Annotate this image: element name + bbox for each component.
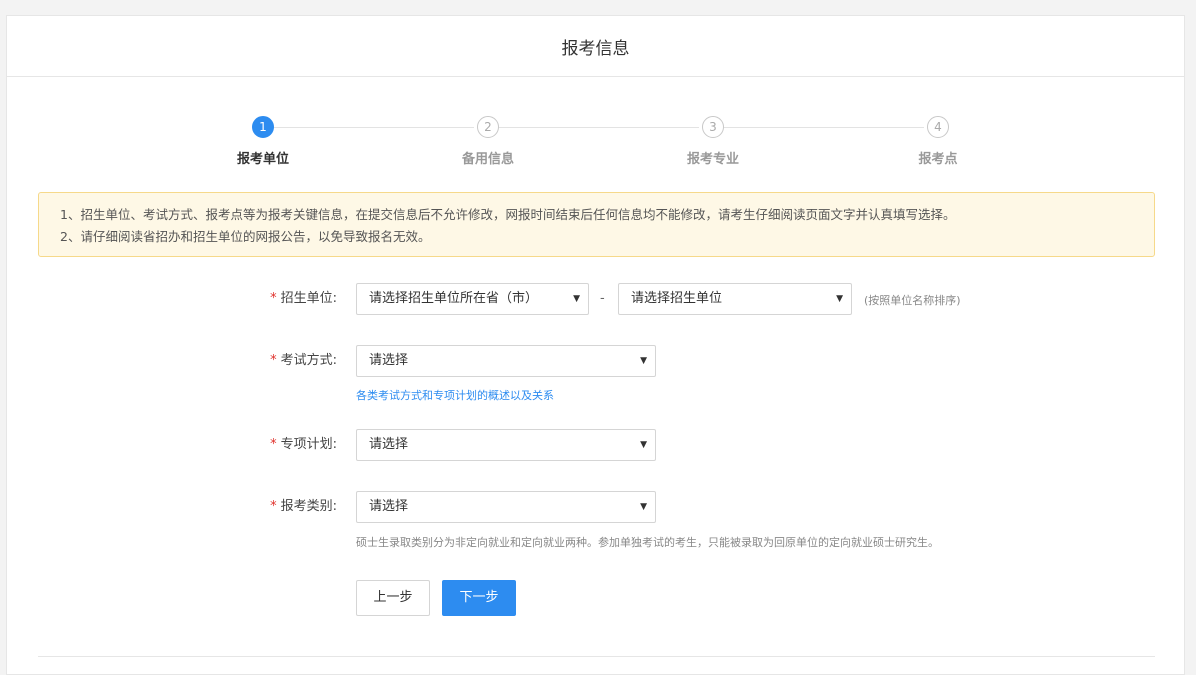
- step-number: 2: [477, 116, 499, 138]
- chevron-down-icon: ▼: [573, 294, 580, 304]
- chevron-down-icon: ▼: [640, 502, 647, 512]
- step-number: 1: [252, 116, 274, 138]
- bottom-divider: [38, 656, 1155, 657]
- special-plan-label-text: 专项计划:: [280, 437, 337, 452]
- step-label: 报考专业: [686, 152, 739, 167]
- step-3: 3 报考专业: [653, 116, 773, 167]
- step-number: 3: [702, 116, 724, 138]
- prev-step-button[interactable]: 上一步: [356, 580, 430, 616]
- required-mark: *: [270, 437, 277, 452]
- notice-line-1: 1、招生单位、考试方式、报考点等为报考关键信息，在提交信息后不允许修改，网报时间…: [60, 207, 956, 222]
- unit-select[interactable]: 请选择招生单位 ▼: [618, 283, 852, 315]
- select-separator: -: [600, 291, 605, 306]
- next-step-button[interactable]: 下一步: [442, 580, 516, 616]
- step-4: 4 报考点: [878, 116, 998, 167]
- exam-mode-select-value: 请选择: [369, 353, 409, 368]
- special-plan-select[interactable]: 请选择 ▼: [356, 429, 656, 461]
- notice-line-2: 2、请仔细阅读省招办和招生单位的网报公告，以免导致报名无效。: [60, 229, 431, 244]
- required-mark: *: [270, 291, 277, 306]
- exam-mode-label-text: 考试方式:: [280, 353, 337, 368]
- category-select[interactable]: 请选择 ▼: [356, 491, 656, 523]
- exam-mode-overview-link[interactable]: 各类考试方式和专项计划的概述以及关系: [356, 387, 554, 403]
- registration-card: 报考信息 1 报考单位 2 备用信息 3 报考专业 4 报考点 1、招生单位、考…: [6, 15, 1185, 675]
- unit-sort-hint: (按照单位名称排序): [864, 294, 961, 307]
- step-1: 1 报考单位: [203, 116, 323, 167]
- chevron-down-icon: ▼: [640, 356, 647, 366]
- step-indicator: 1 报考单位 2 备用信息 3 报考专业 4 报考点: [7, 116, 1184, 176]
- unit-select-value: 请选择招生单位: [631, 291, 723, 306]
- province-select[interactable]: 请选择招生单位所在省（市） ▼: [356, 283, 589, 315]
- special-plan-label: * 专项计划:: [247, 429, 337, 461]
- exam-mode-label: * 考试方式:: [247, 345, 337, 377]
- step-2: 2 备用信息: [428, 116, 548, 167]
- chevron-down-icon: ▼: [836, 294, 843, 304]
- page-title: 报考信息: [7, 16, 1184, 77]
- chevron-down-icon: ▼: [640, 440, 647, 450]
- notice-box: 1、招生单位、考试方式、报考点等为报考关键信息，在提交信息后不允许修改，网报时间…: [38, 192, 1155, 257]
- category-label-text: 报考类别:: [280, 499, 337, 514]
- step-label: 报考点: [918, 152, 958, 167]
- step-number: 4: [927, 116, 949, 138]
- required-mark: *: [270, 353, 277, 368]
- category-select-value: 请选择: [369, 499, 409, 514]
- category-label: * 报考类别:: [247, 491, 337, 523]
- step-label: 备用信息: [461, 152, 514, 167]
- exam-mode-select[interactable]: 请选择 ▼: [356, 345, 656, 377]
- required-mark: *: [270, 499, 277, 514]
- step-label: 报考单位: [236, 152, 289, 167]
- category-hint: 硕士生录取类别分为非定向就业和定向就业两种。参加单独考试的考生，只能被录取为回原…: [356, 536, 939, 549]
- unit-label-text: 招生单位:: [280, 291, 337, 306]
- province-select-value: 请选择招生单位所在省（市）: [369, 291, 539, 306]
- special-plan-select-value: 请选择: [369, 437, 409, 452]
- page-title-text: 报考信息: [561, 38, 630, 59]
- unit-label: * 招生单位:: [247, 283, 337, 315]
